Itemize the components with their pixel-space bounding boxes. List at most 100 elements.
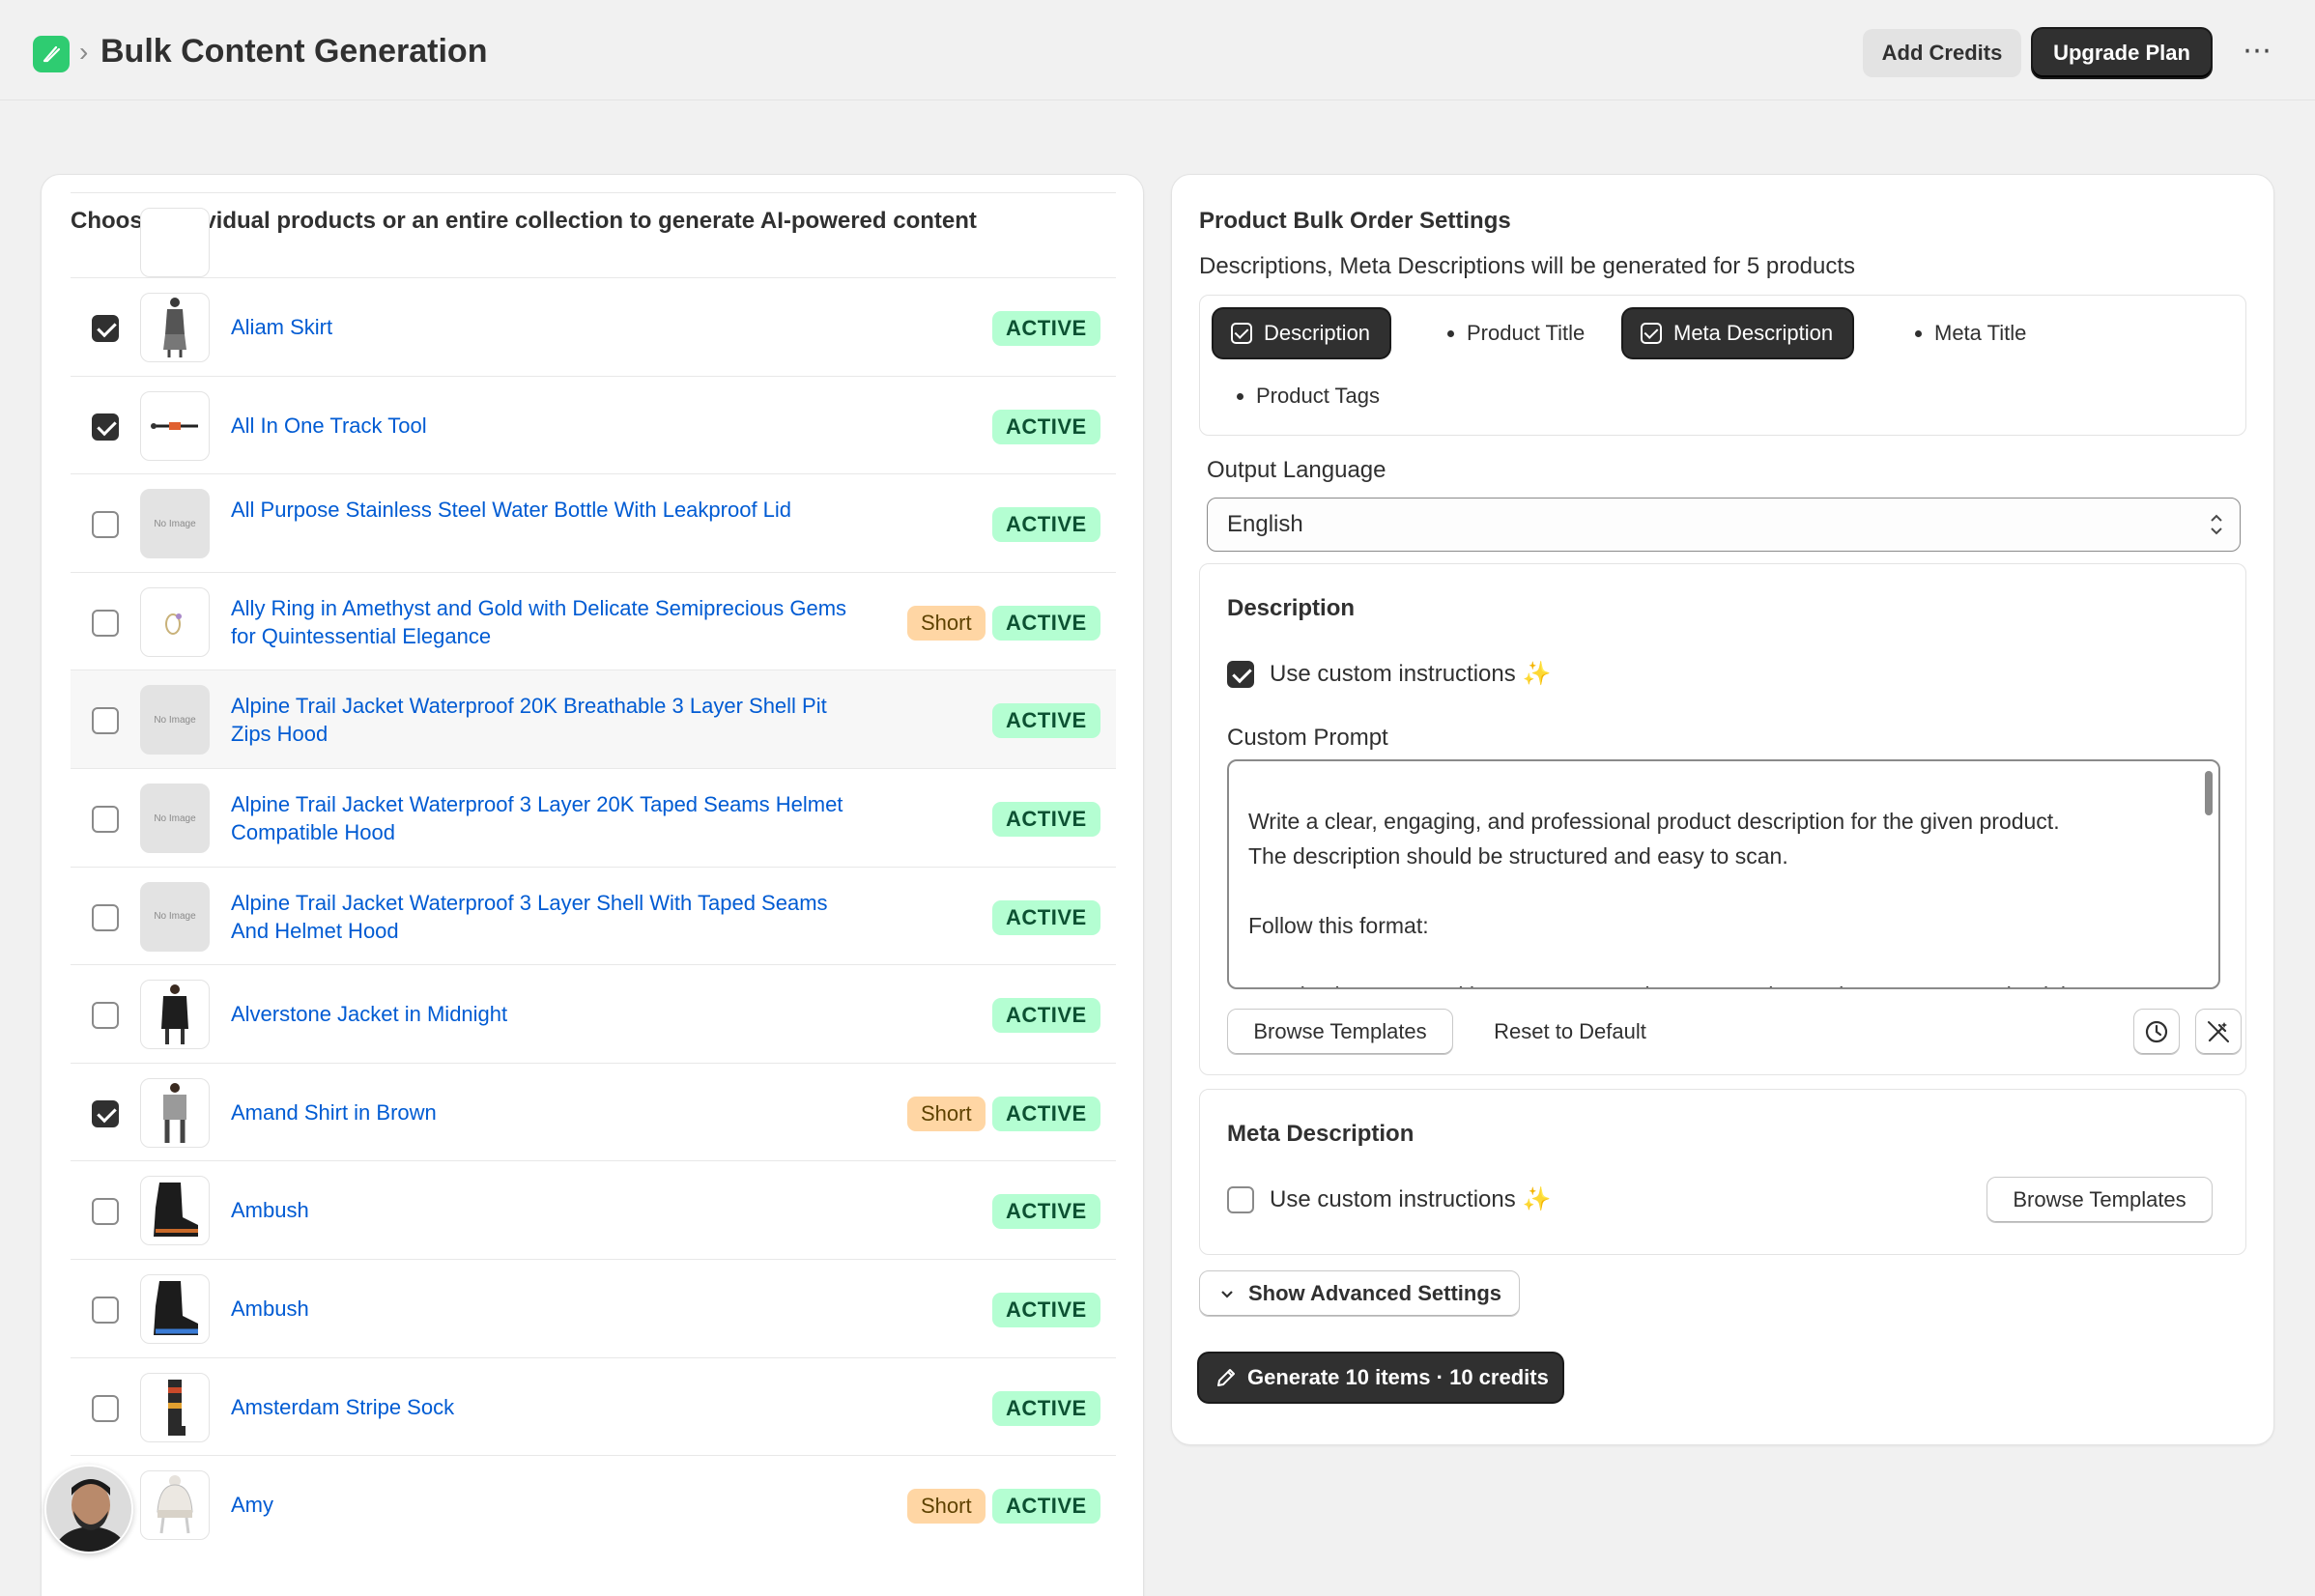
table-row[interactable]: No Image Alpine Trail Jacket Waterproof 3… xyxy=(71,768,1116,867)
output-language-select[interactable]: English xyxy=(1207,498,2241,552)
breadcrumb-separator-icon: › xyxy=(79,37,89,67)
no-image-label: No Image xyxy=(154,714,196,726)
product-thumbnail xyxy=(140,293,210,362)
settings-title: Product Bulk Order Settings xyxy=(1199,208,1511,234)
custom-prompt-textarea[interactable]: Write a clear, engaging, and professiona… xyxy=(1227,759,2220,989)
row-checkbox[interactable] xyxy=(92,511,119,539)
status-badge: ACTIVE xyxy=(992,605,1100,641)
product-thumbnail xyxy=(140,980,210,1050)
table-row[interactable]: Ambush ACTIVE xyxy=(71,1259,1116,1357)
product-thumbnail xyxy=(140,1274,210,1344)
settings-subtitle: Descriptions, Meta Descriptions will be … xyxy=(1199,253,1855,279)
status-badge: ACTIVE xyxy=(992,507,1100,543)
row-checkbox[interactable] xyxy=(92,1394,119,1422)
product-name-link[interactable]: Amand Shirt in Brown xyxy=(231,1098,849,1126)
product-name-link[interactable]: Alpine Trail Jacket Waterproof 20K Breat… xyxy=(231,692,849,748)
output-language-value: English xyxy=(1227,511,1303,537)
add-credits-button[interactable]: Add Credits xyxy=(1863,29,2021,77)
history-icon[interactable] xyxy=(2133,1009,2180,1055)
row-checkbox[interactable] xyxy=(92,1297,119,1324)
row-checkbox[interactable] xyxy=(92,707,119,735)
product-thumbnail xyxy=(140,586,210,657)
no-image-placeholder: No Image xyxy=(140,685,210,755)
table-row[interactable] xyxy=(71,192,1116,291)
chip-meta-description[interactable]: Meta Description xyxy=(1623,309,1853,357)
product-name-link[interactable]: Aliam Skirt xyxy=(231,313,849,341)
row-checkbox[interactable] xyxy=(92,315,119,342)
product-name-link[interactable]: Alpine Trail Jacket Waterproof 3 Layer S… xyxy=(231,889,849,945)
status-badge: ACTIVE xyxy=(992,1194,1100,1230)
product-thumbnail xyxy=(140,1470,210,1541)
no-image-placeholder: No Image xyxy=(140,489,210,559)
chip-product-tags[interactable]: Product Tags xyxy=(1214,372,1399,420)
textarea-scrollbar[interactable] xyxy=(2205,771,2213,815)
product-name-link[interactable]: Amy xyxy=(231,1491,849,1519)
table-row[interactable]: All In One Track Tool ACTIVE xyxy=(71,375,1116,474)
show-advanced-settings-button[interactable]: Show Advanced Settings xyxy=(1199,1270,1520,1317)
table-row[interactable]: No Image All Purpose Stainless Steel Wate… xyxy=(71,473,1116,572)
row-checkbox[interactable] xyxy=(92,1002,119,1030)
app-logo-icon[interactable] xyxy=(33,36,70,72)
status-badge: ACTIVE xyxy=(992,998,1100,1034)
product-name-link[interactable]: All In One Track Tool xyxy=(231,412,849,440)
table-row[interactable]: Amsterdam Stripe Sock ACTIVE xyxy=(71,1356,1116,1456)
table-row[interactable]: Amand Shirt in Brown Short ACTIVE xyxy=(71,1062,1116,1161)
no-image-label: No Image xyxy=(154,518,196,529)
chevron-down-icon xyxy=(1221,1291,1233,1298)
meta-description-section: Meta Description Use custom instructions… xyxy=(1199,1089,2246,1255)
row-checkbox[interactable] xyxy=(92,1198,119,1226)
reset-to-default-button[interactable]: Reset to Default xyxy=(1480,1009,1660,1055)
no-image-placeholder: No Image xyxy=(140,784,210,853)
checkbox-icon xyxy=(1641,323,1662,344)
meta-browse-templates-button[interactable]: Browse Templates xyxy=(1986,1177,2213,1223)
status-badge: ACTIVE xyxy=(992,899,1100,935)
product-name-link[interactable]: Alpine Trail Jacket Waterproof 3 Layer 2… xyxy=(231,790,849,846)
support-avatar[interactable] xyxy=(44,1465,133,1553)
product-name-link[interactable]: Ally Ring in Amethyst and Gold with Deli… xyxy=(231,594,849,650)
advanced-settings-label: Show Advanced Settings xyxy=(1248,1281,1502,1305)
product-name-link[interactable]: Ambush xyxy=(231,1196,849,1224)
table-row[interactable]: Alverstone Jacket in Midnight ACTIVE xyxy=(71,964,1116,1063)
more-actions-icon[interactable]: ⋯ xyxy=(2240,29,2274,77)
product-name-link[interactable]: Amsterdam Stripe Sock xyxy=(231,1393,849,1421)
description-custom-checkbox[interactable] xyxy=(1227,661,1254,688)
table-row[interactable]: Ambush ACTIVE xyxy=(71,1160,1116,1259)
table-row[interactable]: No Image Alpine Trail Jacket Waterproof 2… xyxy=(71,670,1116,769)
product-selector-card: Choose individual products or an entire … xyxy=(41,174,1144,1596)
chip-product-title[interactable]: Product Title xyxy=(1424,309,1604,357)
meta-custom-label: Use custom instructions ✨ xyxy=(1270,1186,1552,1212)
status-badge: ACTIVE xyxy=(992,1293,1100,1327)
generate-label: Generate 10 items · 10 credits xyxy=(1247,1365,1549,1389)
magic-wand-off-icon[interactable] xyxy=(2195,1009,2242,1055)
table-row[interactable]: Amy Short ACTIVE xyxy=(71,1455,1116,1553)
upgrade-plan-button[interactable]: Upgrade Plan xyxy=(2033,29,2211,77)
chip-description[interactable]: Description xyxy=(1214,309,1390,357)
status-badge: ACTIVE xyxy=(992,1096,1100,1131)
generate-button[interactable]: Generate 10 items · 10 credits xyxy=(1199,1354,1562,1402)
row-checkbox[interactable] xyxy=(92,903,119,931)
product-name-link[interactable]: Ambush xyxy=(231,1295,849,1323)
chip-label: Meta Title xyxy=(1934,321,2027,345)
chip-label: Meta Description xyxy=(1673,321,1834,345)
meta-custom-checkbox[interactable] xyxy=(1227,1186,1254,1213)
description-section: Description Use custom instructions ✨ Cu… xyxy=(1199,563,2246,1075)
product-name-link[interactable]: Alverstone Jacket in Midnight xyxy=(231,1000,849,1028)
chip-label: Description xyxy=(1264,321,1371,345)
product-thumbnail xyxy=(140,1176,210,1246)
row-checkbox[interactable] xyxy=(92,413,119,441)
row-checkbox[interactable] xyxy=(92,1099,119,1127)
product-name-link[interactable]: All Purpose Stainless Steel Water Bottle… xyxy=(231,496,849,524)
table-row[interactable]: Aliam Skirt ACTIVE xyxy=(71,277,1116,376)
meta-description-section-title: Meta Description xyxy=(1227,1121,1415,1147)
status-badge: ACTIVE xyxy=(992,409,1100,444)
status-badge: ACTIVE xyxy=(992,802,1100,837)
row-checkbox[interactable] xyxy=(92,806,119,833)
browse-templates-button[interactable]: Browse Templates xyxy=(1227,1009,1453,1055)
product-thumbnail xyxy=(140,390,210,461)
custom-prompt-label: Custom Prompt xyxy=(1227,725,1388,751)
status-badge: ACTIVE xyxy=(992,1489,1100,1525)
table-row[interactable]: No Image Alpine Trail Jacket Waterproof 3… xyxy=(71,866,1116,965)
row-checkbox[interactable] xyxy=(92,609,119,637)
chip-meta-title[interactable]: Meta Title xyxy=(1892,309,2045,357)
table-row[interactable]: Ally Ring in Amethyst and Gold with Deli… xyxy=(71,571,1116,670)
